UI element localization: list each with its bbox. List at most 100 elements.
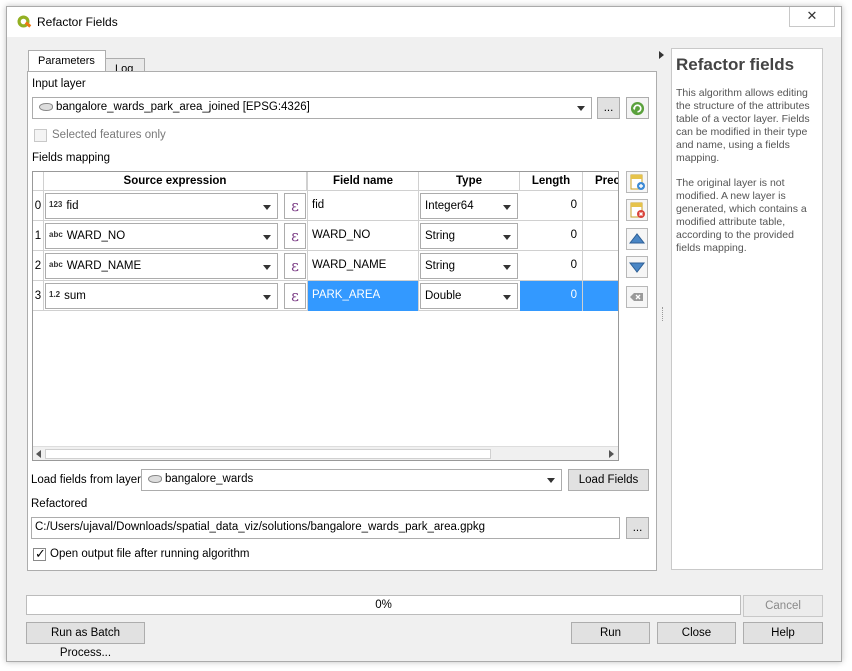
clear-icon	[630, 293, 643, 301]
checkmark-icon: ✓	[35, 546, 46, 561]
expression-button[interactable]: ε	[284, 223, 306, 249]
header-field-name[interactable]: Field name	[307, 172, 419, 191]
length-cell[interactable]: 0	[520, 221, 583, 251]
expression-button[interactable]: ε	[284, 283, 306, 309]
tab-parameters-label: Parameters	[38, 55, 95, 67]
header-corner	[33, 172, 44, 191]
input-layer-value: bangalore_wards_park_area_joined [EPSG:4…	[56, 101, 310, 113]
iterate-button[interactable]	[626, 97, 649, 119]
field-name-cell[interactable]: fid	[307, 191, 419, 221]
row-number[interactable]: 1	[33, 221, 44, 251]
progress-text: 0%	[375, 599, 392, 611]
expression-button[interactable]: ε	[284, 193, 306, 219]
type-combo[interactable]: String	[420, 223, 518, 249]
close-icon: ✕	[806, 8, 818, 23]
source-expression-value: WARD_NO	[66, 230, 126, 242]
polygon-layer-icon	[39, 103, 53, 111]
load-fields-button[interactable]: Load Fields	[568, 469, 649, 491]
run-button[interactable]: Run	[571, 622, 650, 644]
reset-button[interactable]	[626, 286, 648, 308]
help-button[interactable]: Help	[743, 622, 823, 644]
scroll-left-icon[interactable]	[35, 450, 42, 458]
row-number[interactable]: 0	[33, 191, 44, 221]
string-type-icon: abc	[49, 260, 63, 269]
source-expression-value: fid	[66, 200, 79, 212]
type-combo[interactable]: Double	[420, 283, 518, 309]
arrow-up-icon	[628, 233, 646, 244]
input-layer-label: Input layer	[32, 78, 86, 90]
run-batch-button[interactable]: Run as Batch Process...	[26, 622, 145, 659]
close-window-button[interactable]: ✕	[789, 7, 835, 27]
chevron-down-icon	[577, 106, 585, 111]
chevron-down-icon	[503, 265, 511, 270]
help-title: Refactor fields	[676, 55, 795, 74]
source-expression-combo[interactable]: 123 fid	[45, 193, 278, 219]
load-fields-layer-value: bangalore_wards	[165, 473, 254, 485]
header-length[interactable]: Length	[520, 172, 583, 191]
help-paragraph-2: The original layer is not modified. A ne…	[676, 177, 807, 254]
move-up-button[interactable]	[626, 228, 648, 250]
delete-field-icon	[630, 202, 645, 218]
splitter-handle[interactable]	[662, 307, 664, 321]
chevron-down-icon	[503, 205, 511, 210]
delete-field-button[interactable]	[626, 199, 648, 221]
horizontal-scrollbar[interactable]	[33, 446, 618, 460]
type-combo[interactable]: String	[420, 253, 518, 279]
open-output-label: Open output file after running algorithm	[50, 548, 250, 560]
input-layer-combo[interactable]: bangalore_wards_park_area_joined [EPSG:4…	[32, 97, 592, 119]
collapse-arrow-icon[interactable]	[658, 50, 666, 60]
load-fields-layer-combo[interactable]: bangalore_wards	[141, 469, 562, 491]
string-type-icon: abc	[49, 230, 63, 239]
length-cell[interactable]: 0	[520, 281, 583, 311]
selected-features-label: Selected features only	[52, 129, 166, 141]
length-cell[interactable]: 0	[520, 251, 583, 281]
chevron-down-icon	[263, 235, 271, 240]
tab-parameters[interactable]: Parameters	[28, 50, 106, 72]
source-expression-combo[interactable]: abc WARD_NAME	[45, 253, 278, 279]
header-source-expression[interactable]: Source expression	[44, 172, 307, 191]
fields-mapping-table: Source expression Field name Type Length…	[32, 171, 619, 461]
type-value: Integer64	[425, 200, 474, 212]
source-expression-value: WARD_NAME	[66, 260, 142, 272]
row-number[interactable]: 3	[33, 281, 44, 311]
length-cell[interactable]: 0	[520, 191, 583, 221]
chevron-down-icon	[503, 235, 511, 240]
type-combo[interactable]: Integer64	[420, 193, 518, 219]
help-panel: Refactor fields This algorithm allows ed…	[671, 48, 823, 570]
decimal-type-icon: 1.2	[49, 290, 61, 299]
precision-cell[interactable]	[583, 281, 618, 311]
qgis-logo-icon	[17, 15, 32, 28]
cancel-button[interactable]: Cancel	[743, 595, 823, 617]
expression-button[interactable]: ε	[284, 253, 306, 279]
open-output-checkbox[interactable]: ✓	[33, 546, 46, 561]
type-value: Double	[425, 290, 462, 302]
source-expression-value: sum	[64, 290, 86, 302]
scrollbar-thumb[interactable]	[45, 449, 491, 459]
close-button[interactable]: Close	[657, 622, 736, 644]
field-name-cell[interactable]: WARD_NAME	[307, 251, 419, 281]
selected-features-checkbox[interactable]	[34, 129, 47, 142]
field-name-cell[interactable]: PARK_AREA	[307, 281, 419, 311]
header-type[interactable]: Type	[419, 172, 520, 191]
move-down-button[interactable]	[626, 256, 648, 278]
add-field-button[interactable]	[626, 171, 648, 193]
integer-type-icon: 123	[49, 200, 63, 209]
output-path-field[interactable]: C:/Users/ujaval/Downloads/spatial_data_v…	[31, 517, 620, 539]
load-fields-label: Load fields from layer	[31, 474, 141, 486]
type-value: String	[425, 260, 456, 272]
chevron-down-icon	[503, 295, 511, 300]
row-number[interactable]: 2	[33, 251, 44, 281]
source-expression-combo[interactable]: 1.2 sum	[45, 283, 278, 309]
output-browse-button[interactable]: ...	[626, 517, 649, 539]
iterate-icon	[630, 101, 645, 116]
polygon-layer-icon	[148, 475, 162, 483]
scroll-right-icon[interactable]	[608, 450, 615, 458]
header-precision[interactable]: Prec	[583, 172, 618, 191]
chevron-down-icon	[547, 478, 555, 483]
input-layer-browse-button[interactable]: ...	[597, 97, 620, 119]
source-expression-combo[interactable]: abc WARD_NO	[45, 223, 278, 249]
type-value: String	[425, 230, 456, 242]
field-name-cell[interactable]: WARD_NO	[307, 221, 419, 251]
window-title: Refactor Fields	[37, 15, 118, 29]
title-bar: Refactor Fields ✕	[7, 7, 841, 37]
